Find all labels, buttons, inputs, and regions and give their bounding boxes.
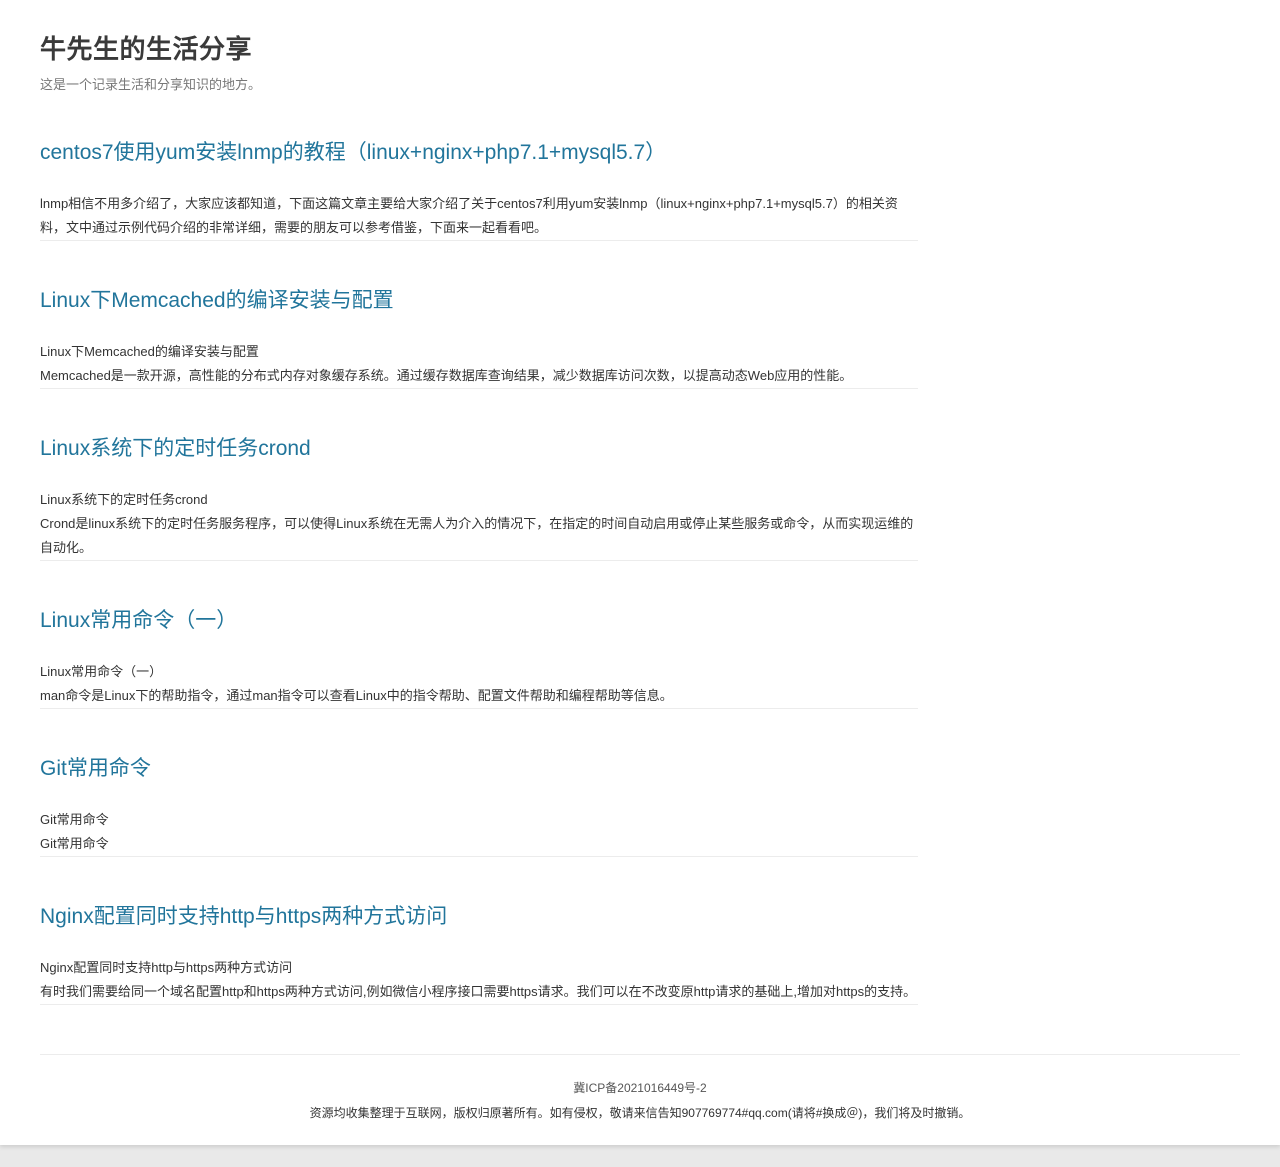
- site-footer: 冀ICP备2021016449号-2 资源均收集整理于互联网，版权归原著所有。如…: [40, 1054, 1240, 1121]
- post-excerpt: Nginx配置同时支持http与https两种方式访问 有时我们需要给同一个域名…: [40, 956, 918, 1004]
- excerpt-line: Git常用命令: [40, 812, 109, 827]
- excerpt-line: Git常用命令: [40, 836, 109, 851]
- post-title-link[interactable]: Linux系统下的定时任务crond: [40, 434, 918, 464]
- site-description: 这是一个记录生活和分享知识的地方。: [40, 77, 262, 92]
- excerpt-line: Linux系统下的定时任务crond: [40, 492, 208, 507]
- excerpt-line: Crond是linux系统下的定时任务服务程序，可以使得Linux系统在无需人为…: [40, 516, 914, 555]
- post-item: centos7使用yum安装lnmp的教程（linux+nginx+php7.1…: [40, 138, 918, 241]
- copyright-notice: 资源均收集整理于互联网，版权归原著所有。如有侵权，敬请来信告知907769774…: [309, 1106, 971, 1120]
- post-title-link[interactable]: Linux下Memcached的编译安装与配置: [40, 286, 918, 316]
- excerpt-line: Nginx配置同时支持http与https两种方式访问: [40, 960, 293, 975]
- excerpt-line: Linux下Memcached的编译安装与配置: [40, 344, 259, 359]
- excerpt-line: lnmp相信不用多介绍了，大家应该都知道，下面这篇文章主要给大家介绍了关于cen…: [40, 196, 898, 235]
- post-excerpt: Linux常用命令（一） man命令是Linux下的帮助指令，通过man指令可以…: [40, 660, 918, 708]
- post-item: Linux下Memcached的编译安装与配置 Linux下Memcached的…: [40, 286, 918, 389]
- post-title-link[interactable]: centos7使用yum安装lnmp的教程（linux+nginx+php7.1…: [40, 138, 918, 168]
- site-title[interactable]: 牛先生的生活分享: [40, 30, 1240, 70]
- excerpt-line: Memcached是一款开源，高性能的分布式内存对象缓存系统。通过缓存数据库查询…: [40, 368, 853, 383]
- post-title-link[interactable]: Nginx配置同时支持http与https两种方式访问: [40, 902, 918, 932]
- post-title-link[interactable]: Linux常用命令（一）: [40, 606, 918, 636]
- excerpt-line: man命令是Linux下的帮助指令，通过man指令可以查看Linux中的指令帮助…: [40, 688, 673, 703]
- icp-link[interactable]: 冀ICP备2021016449号-2: [40, 1080, 1240, 1096]
- post-item: Linux常用命令（一） Linux常用命令（一） man命令是Linux下的帮…: [40, 606, 918, 709]
- post-item: Nginx配置同时支持http与https两种方式访问 Nginx配置同时支持h…: [40, 902, 918, 1005]
- post-title-link[interactable]: Git常用命令: [40, 754, 918, 784]
- excerpt-line: Linux常用命令（一）: [40, 664, 163, 679]
- page: 牛先生的生活分享 这是一个记录生活和分享知识的地方。 centos7使用yum安…: [0, 0, 1280, 1145]
- post-excerpt: lnmp相信不用多介绍了，大家应该都知道，下面这篇文章主要给大家介绍了关于cen…: [40, 192, 918, 240]
- post-excerpt: Git常用命令 Git常用命令: [40, 808, 918, 856]
- post-list: centos7使用yum安装lnmp的教程（linux+nginx+php7.1…: [40, 138, 918, 1005]
- site-header: 牛先生的生活分享 这是一个记录生活和分享知识的地方。: [0, 0, 1280, 94]
- post-item: Git常用命令 Git常用命令 Git常用命令: [40, 754, 918, 857]
- post-excerpt: Linux系统下的定时任务crond Crond是linux系统下的定时任务服务…: [40, 488, 918, 560]
- post-item: Linux系统下的定时任务crond Linux系统下的定时任务crond Cr…: [40, 434, 918, 561]
- excerpt-line: 有时我们需要给同一个域名配置http和https两种方式访问,例如微信小程序接口…: [40, 984, 917, 999]
- post-excerpt: Linux下Memcached的编译安装与配置 Memcached是一款开源，高…: [40, 340, 918, 388]
